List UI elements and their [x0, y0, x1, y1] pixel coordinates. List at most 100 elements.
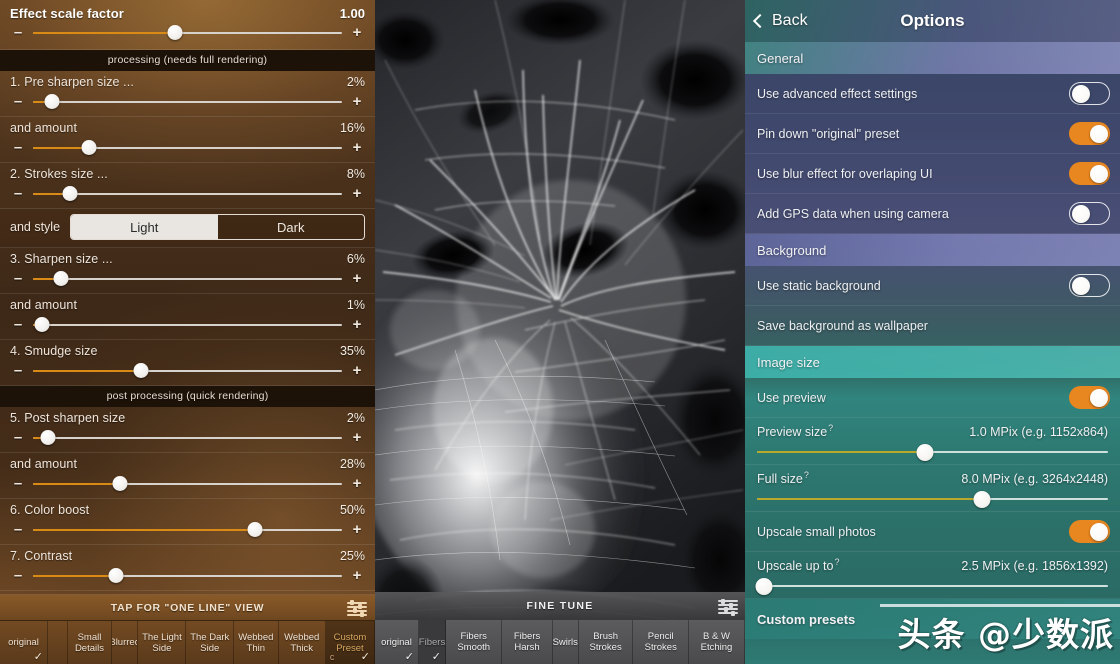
effect-item-swirls[interactable]: Swirls	[553, 620, 579, 664]
decrement-icon[interactable]: –	[10, 186, 26, 201]
slider-pre-sharpen-amount[interactable]: and amount 16% – +	[0, 117, 375, 163]
sliders-icon[interactable]	[718, 598, 738, 616]
effect-item-pencil-strokes[interactable]: Pencil Strokes	[633, 620, 690, 664]
toggle-pin-down-original-preset[interactable]	[1069, 122, 1110, 145]
slider-knob[interactable]	[34, 317, 50, 332]
slider-track-wrap[interactable]	[33, 316, 342, 334]
option-pin-down-original-preset[interactable]: Pin down "original" preset	[745, 114, 1120, 154]
option-slider-knob[interactable]	[755, 577, 773, 595]
toggle-add-gps-data[interactable]	[1069, 202, 1110, 225]
style-option-light[interactable]: Light	[71, 215, 218, 239]
slider-control[interactable]: – +	[10, 92, 365, 111]
option-use-preview[interactable]: Use preview	[745, 378, 1120, 418]
image-preview-panel[interactable]: FINE TUNE original ✓ Fibers ✓ Fibers Smo…	[375, 0, 745, 664]
slider-effect-scale-factor[interactable]: Effect scale factor 1.00 – +	[0, 0, 375, 50]
effect-item-fibers-smooth[interactable]: Fibers Smooth	[446, 620, 503, 664]
slider-knob[interactable]	[133, 363, 149, 378]
option-add-gps-data-when-using-camera[interactable]: Add GPS data when using camera	[745, 194, 1120, 234]
slider-post-sharpen-amount[interactable]: and amount 28% – +	[0, 453, 375, 499]
increment-icon[interactable]: +	[349, 363, 365, 378]
option-upscale-small-photos[interactable]: Upscale small photos	[745, 512, 1120, 552]
preset-item-custom-preset[interactable]: Custom Preset c ✓	[325, 621, 375, 664]
decrement-icon[interactable]: –	[10, 568, 26, 583]
increment-icon[interactable]: +	[349, 94, 365, 109]
decrement-icon[interactable]: –	[10, 317, 26, 332]
option-slider-control[interactable]	[755, 577, 1108, 595]
option-upscale-up-to[interactable]: Upscale up to? 2.5 MPix (e.g. 1856x1392)	[745, 552, 1120, 599]
slider-knob[interactable]	[62, 186, 78, 201]
toggle-use-blur-effect[interactable]	[1069, 162, 1110, 185]
slider-control[interactable]: – +	[10, 184, 365, 203]
increment-icon[interactable]: +	[349, 140, 365, 155]
effect-item-brush-strokes[interactable]: Brush Strokes	[579, 620, 634, 664]
slider-control[interactable]: – +	[10, 315, 365, 334]
option-slider-control[interactable]	[757, 490, 1108, 508]
slider-color-boost[interactable]: 6. Color boost 50% – +	[0, 499, 375, 545]
option-slider-knob[interactable]	[916, 443, 934, 461]
decrement-icon[interactable]: –	[10, 25, 26, 40]
effect-item-original[interactable]: original ✓	[375, 620, 419, 664]
option-save-background-as-wallpaper[interactable]: Save background as wallpaper	[745, 306, 1120, 346]
slider-smudge-size[interactable]: 4. Smudge size 35% – +	[0, 340, 375, 386]
slider-track-wrap[interactable]	[33, 139, 342, 157]
option-use-blur-effect-for-overlaping-ui[interactable]: Use blur effect for overlaping UI	[745, 154, 1120, 194]
decrement-icon[interactable]: –	[10, 522, 26, 537]
help-icon[interactable]: ?	[828, 423, 833, 433]
preset-strip[interactable]: original ✓ Small Details Blurred The Lig…	[0, 620, 375, 664]
option-slider-control[interactable]	[757, 443, 1108, 461]
slider-control[interactable]: – +	[10, 138, 365, 157]
option-use-advanced-effect-settings[interactable]: Use advanced effect settings	[745, 74, 1120, 114]
slider-track-wrap[interactable]	[33, 362, 342, 380]
preset-item-webbed-thick[interactable]: Webbed Thick	[279, 621, 326, 664]
decrement-icon[interactable]: –	[10, 476, 26, 491]
option-full-size[interactable]: Full size? 8.0 MPix (e.g. 3264x2448)	[745, 465, 1120, 512]
slider-strokes-size[interactable]: 2. Strokes size ... 8% – +	[0, 163, 375, 209]
decrement-icon[interactable]: –	[10, 271, 26, 286]
style-segmented-control[interactable]: Light Dark	[70, 214, 365, 240]
preset-item-webbed-thin[interactable]: Webbed Thin	[234, 621, 279, 664]
preset-item-original[interactable]: original ✓	[0, 621, 48, 664]
slider-knob[interactable]	[167, 25, 183, 40]
decrement-icon[interactable]: –	[10, 363, 26, 378]
slider-knob[interactable]	[44, 94, 60, 109]
slider-post-sharpen-size[interactable]: 5. Post sharpen size 2% – +	[0, 407, 375, 453]
slider-track-wrap[interactable]	[33, 270, 342, 288]
effect-item-bw-etching[interactable]: B & W Etching	[689, 620, 745, 664]
effect-item-fibers-harsh[interactable]: Fibers Harsh	[502, 620, 553, 664]
slider-pre-sharpen-size[interactable]: 1. Pre sharpen size ... 2% – +	[0, 71, 375, 117]
slider-knob[interactable]	[40, 430, 56, 445]
slider-knob[interactable]	[81, 140, 97, 155]
decrement-icon[interactable]: –	[10, 430, 26, 445]
toggle-use-static-background[interactable]	[1069, 274, 1110, 297]
option-preview-size[interactable]: Preview size? 1.0 MPix (e.g. 1152x864)	[745, 418, 1120, 465]
slider-track-wrap[interactable]	[33, 429, 342, 447]
slider-control[interactable]: – +	[10, 428, 365, 447]
increment-icon[interactable]: +	[349, 476, 365, 491]
increment-icon[interactable]: +	[349, 25, 365, 40]
increment-icon[interactable]: +	[349, 430, 365, 445]
toggle-use-preview[interactable]	[1069, 386, 1110, 409]
slider-control[interactable]: – +	[10, 361, 365, 380]
help-icon[interactable]: ?	[834, 557, 839, 567]
increment-icon[interactable]: +	[349, 186, 365, 201]
preset-item-partial[interactable]	[48, 621, 68, 664]
slider-control[interactable]: – +	[10, 520, 365, 539]
preset-item-the-light-side[interactable]: The Light Side	[138, 621, 187, 664]
slider-control[interactable]: – +	[10, 23, 365, 42]
style-option-dark[interactable]: Dark	[217, 215, 364, 239]
increment-icon[interactable]: +	[349, 522, 365, 537]
slider-knob[interactable]	[112, 476, 128, 491]
slider-knob[interactable]	[53, 271, 69, 286]
preset-item-blurred[interactable]: Blurred	[112, 621, 139, 664]
slider-track-wrap[interactable]	[33, 24, 342, 42]
increment-icon[interactable]: +	[349, 317, 365, 332]
slider-contrast[interactable]: 7. Contrast 25% – +	[0, 545, 375, 591]
slider-control[interactable]: – +	[10, 474, 365, 493]
option-slider-knob[interactable]	[973, 490, 991, 508]
sliders-icon[interactable]	[347, 600, 367, 617]
slider-control[interactable]: – +	[10, 269, 365, 288]
fine-tune-bar[interactable]: FINE TUNE	[375, 592, 745, 620]
help-icon[interactable]: ?	[804, 470, 809, 480]
preset-item-the-dark-side[interactable]: The Dark Side	[186, 621, 235, 664]
slider-sharpen-size[interactable]: 3. Sharpen size ... 6% – +	[0, 248, 375, 294]
